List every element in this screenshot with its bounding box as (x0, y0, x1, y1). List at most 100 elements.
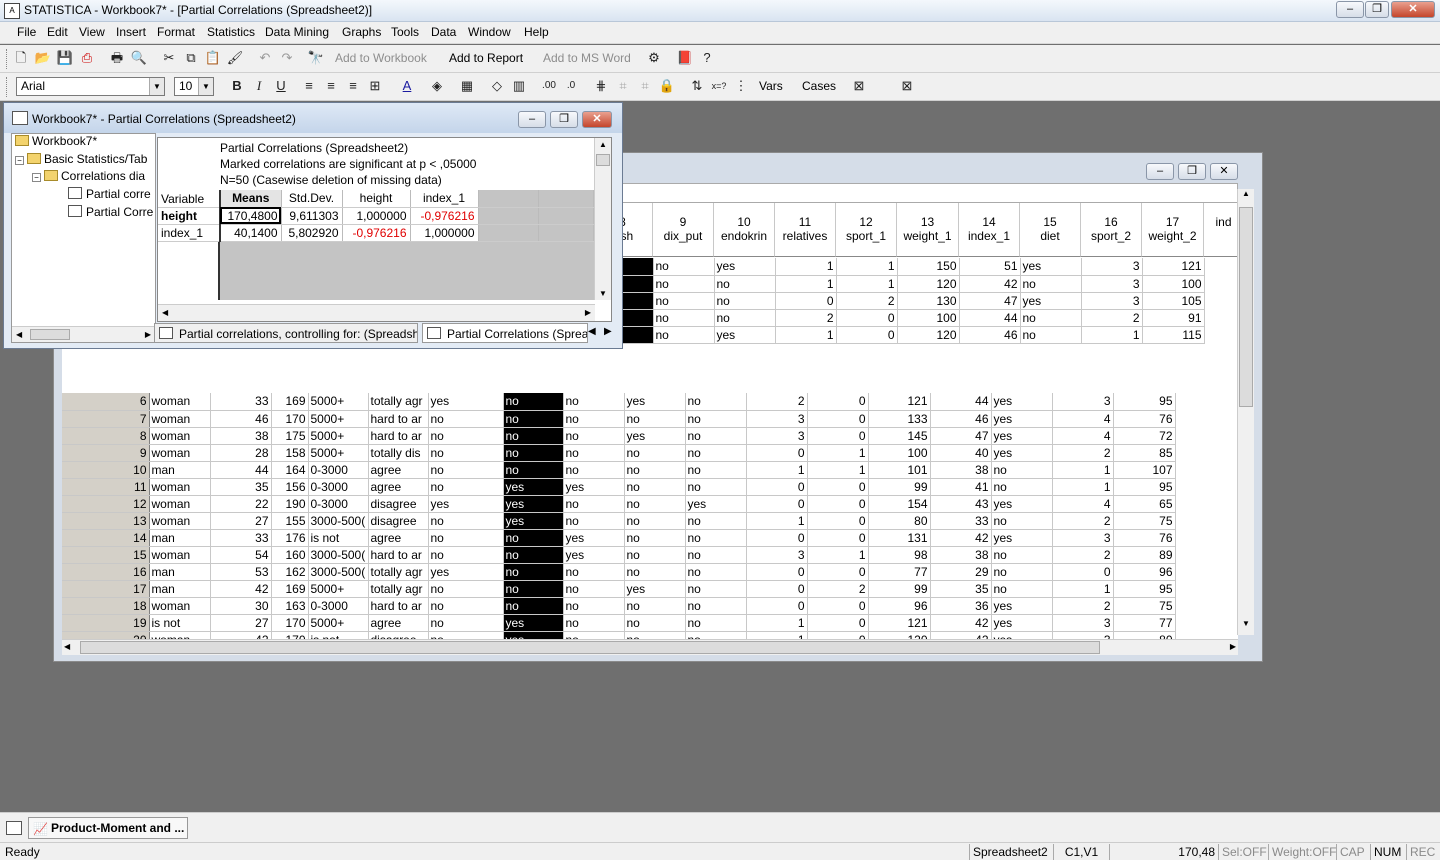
table-cell[interactable]: no (503, 546, 564, 564)
cell-corr-significant[interactable]: -0,976216 (342, 224, 411, 242)
table-cell[interactable]: 3 (746, 410, 808, 428)
table-cell[interactable]: 3 (1052, 393, 1114, 411)
menu-format[interactable]: Format (157, 25, 195, 39)
table-cell[interactable]: 170 (271, 614, 309, 632)
table-cell[interactable]: no (563, 580, 625, 598)
sheet-minimize-button[interactable]: – (1146, 163, 1174, 180)
vars-menu-button[interactable]: Vars (759, 79, 783, 93)
table-cell[interactable]: yes (503, 631, 564, 639)
row-header[interactable]: 20 (62, 631, 150, 639)
partial-correlations-sheet[interactable]: Partial Correlations (Spreadsheet2) Mark… (157, 137, 612, 322)
table-cell[interactable]: no (503, 461, 564, 479)
table-cell[interactable]: yes (563, 546, 625, 564)
table-cell[interactable]: yes (991, 393, 1053, 411)
transpose-icon[interactable]: ⋮ (732, 77, 750, 95)
table-cell[interactable]: 1 (807, 444, 869, 462)
decimal-decrease-icon[interactable]: .0 (562, 77, 580, 95)
results-vscrollbar[interactable]: ▲ ▼ (594, 138, 611, 300)
table-cell[interactable]: no (563, 563, 625, 581)
table-cell[interactable]: no (685, 563, 747, 581)
collapse-icon[interactable]: − (15, 156, 24, 165)
menu-help[interactable]: Help (524, 25, 549, 39)
table-cell[interactable]: no (503, 427, 564, 445)
table-row[interactable]: 10 man 44 164 0-3000 agree no no no no no 1 1 101 38 no… (62, 461, 1176, 479)
table-cell[interactable]: 0 (1052, 563, 1114, 581)
table-cell[interactable]: woman (149, 546, 211, 564)
table-cell[interactable]: no (1020, 309, 1082, 327)
menu-insert[interactable]: Insert (116, 25, 146, 39)
toolbar-grip[interactable] (6, 49, 9, 69)
book-icon[interactable]: 📕 (676, 49, 694, 67)
font-select[interactable]: Arial ▼ (16, 77, 165, 96)
tab-partial-correlations[interactable]: Partial Correlations (Spreadsh (422, 323, 588, 343)
table-cell[interactable]: no (624, 614, 686, 632)
table-cell[interactable]: no (991, 512, 1053, 530)
table-cell[interactable]: 3 (1081, 275, 1143, 293)
table-cell[interactable]: 3000-500( (308, 512, 369, 530)
table-cell[interactable]: no (714, 292, 776, 310)
table-cell[interactable]: 2 (1052, 512, 1114, 530)
table-cell[interactable]: no (685, 580, 747, 598)
table-row[interactable]: no no 0 2 130 47 yes 3 105 (593, 292, 1205, 310)
table-cell[interactable]: 164 (271, 461, 309, 479)
table-cell[interactable]: 99 (868, 580, 931, 598)
pattern-icon[interactable]: ⊠ (850, 77, 868, 95)
table-cell[interactable]: yes (685, 495, 747, 513)
save-icon[interactable]: 💾 (56, 49, 74, 67)
table-cell[interactable]: no (428, 478, 504, 496)
table-cell[interactable]: 0 (746, 529, 808, 547)
table-row[interactable]: no no 1 1 120 42 no 3 100 (593, 275, 1205, 293)
table-cell[interactable]: 91 (1142, 309, 1205, 327)
table-cell[interactable]: woman (149, 631, 211, 639)
table-cell[interactable]: no (563, 631, 625, 639)
table-cell[interactable]: 2 (836, 292, 898, 310)
add-to-workbook-button[interactable]: Add to Workbook (335, 51, 427, 65)
table-cell[interactable]: 100 (1142, 275, 1205, 293)
table-row[interactable]: 19 is not 27 170 5000+ agree no yes no no no 1 0 121 4… (62, 614, 1176, 632)
table-cell[interactable]: woman (149, 444, 211, 462)
table-cell[interactable]: no (653, 326, 715, 344)
table-cell[interactable]: 35 (930, 580, 992, 598)
table-cell[interactable]: yes (503, 614, 564, 632)
table-cell[interactable]: 100 (868, 444, 931, 462)
table-cell[interactable]: 80 (1113, 631, 1176, 639)
table-cell[interactable]: yes (428, 563, 504, 581)
table-cell[interactable]: 0 (807, 597, 869, 615)
table-row[interactable]: 16 man 53 162 3000-500(totally agr yes no no no n… (62, 563, 1176, 581)
table-cell[interactable]: 35 (210, 478, 272, 496)
table-cell[interactable]: no (624, 478, 686, 496)
borders-icon[interactable]: ▦ (458, 77, 476, 95)
table-cell[interactable]: no (428, 427, 504, 445)
scroll-left-icon[interactable]: ◀ (16, 330, 22, 339)
table-cell[interactable]: 162 (271, 563, 309, 581)
results-hscrollbar[interactable]: ◀ ▶ (158, 304, 595, 321)
table-cell[interactable]: 76 (1113, 410, 1176, 428)
column-header[interactable]: 16 sport_2 (1081, 203, 1142, 257)
table-cell[interactable]: agree (368, 478, 429, 496)
table-cell[interactable]: 27 (210, 614, 272, 632)
table-cell[interactable]: 105 (1142, 292, 1205, 310)
table-cell[interactable]: 0 (807, 410, 869, 428)
row-header[interactable]: 7 (62, 410, 150, 428)
scroll-down-icon[interactable]: ▼ (599, 289, 607, 298)
table-cell[interactable]: 2 (1052, 597, 1114, 615)
sheet-restore-button[interactable]: ❐ (1178, 163, 1206, 180)
code-icon[interactable]: ⚙ (645, 49, 663, 67)
table-cell[interactable]: totally dis (368, 444, 429, 462)
table-cell[interactable]: 130 (897, 292, 960, 310)
table-cell[interactable]: 1 (807, 546, 869, 564)
table-cell[interactable]: 4 (1052, 410, 1114, 428)
table-cell[interactable]: 170 (271, 631, 309, 639)
table-cell[interactable]: no (685, 393, 747, 411)
split-icon[interactable]: ⋕ (592, 77, 610, 95)
table-row[interactable]: 11 woman 35 156 0-3000 agree no yes yes no no 0 0 99 4… (62, 478, 1176, 496)
table-cell[interactable]: 51 (959, 258, 1021, 276)
table-cell[interactable]: no (503, 580, 564, 598)
table-cell[interactable]: 77 (1113, 614, 1176, 632)
table-cell[interactable]: hard to ar (368, 427, 429, 445)
row-header[interactable]: 12 (62, 495, 150, 513)
cell-corr-significant[interactable]: -0,976216 (410, 207, 479, 225)
table-cell[interactable]: 38 (210, 427, 272, 445)
table-cell[interactable]: 1 (746, 614, 808, 632)
column-header[interactable]: 13 weight_1 (897, 203, 959, 257)
